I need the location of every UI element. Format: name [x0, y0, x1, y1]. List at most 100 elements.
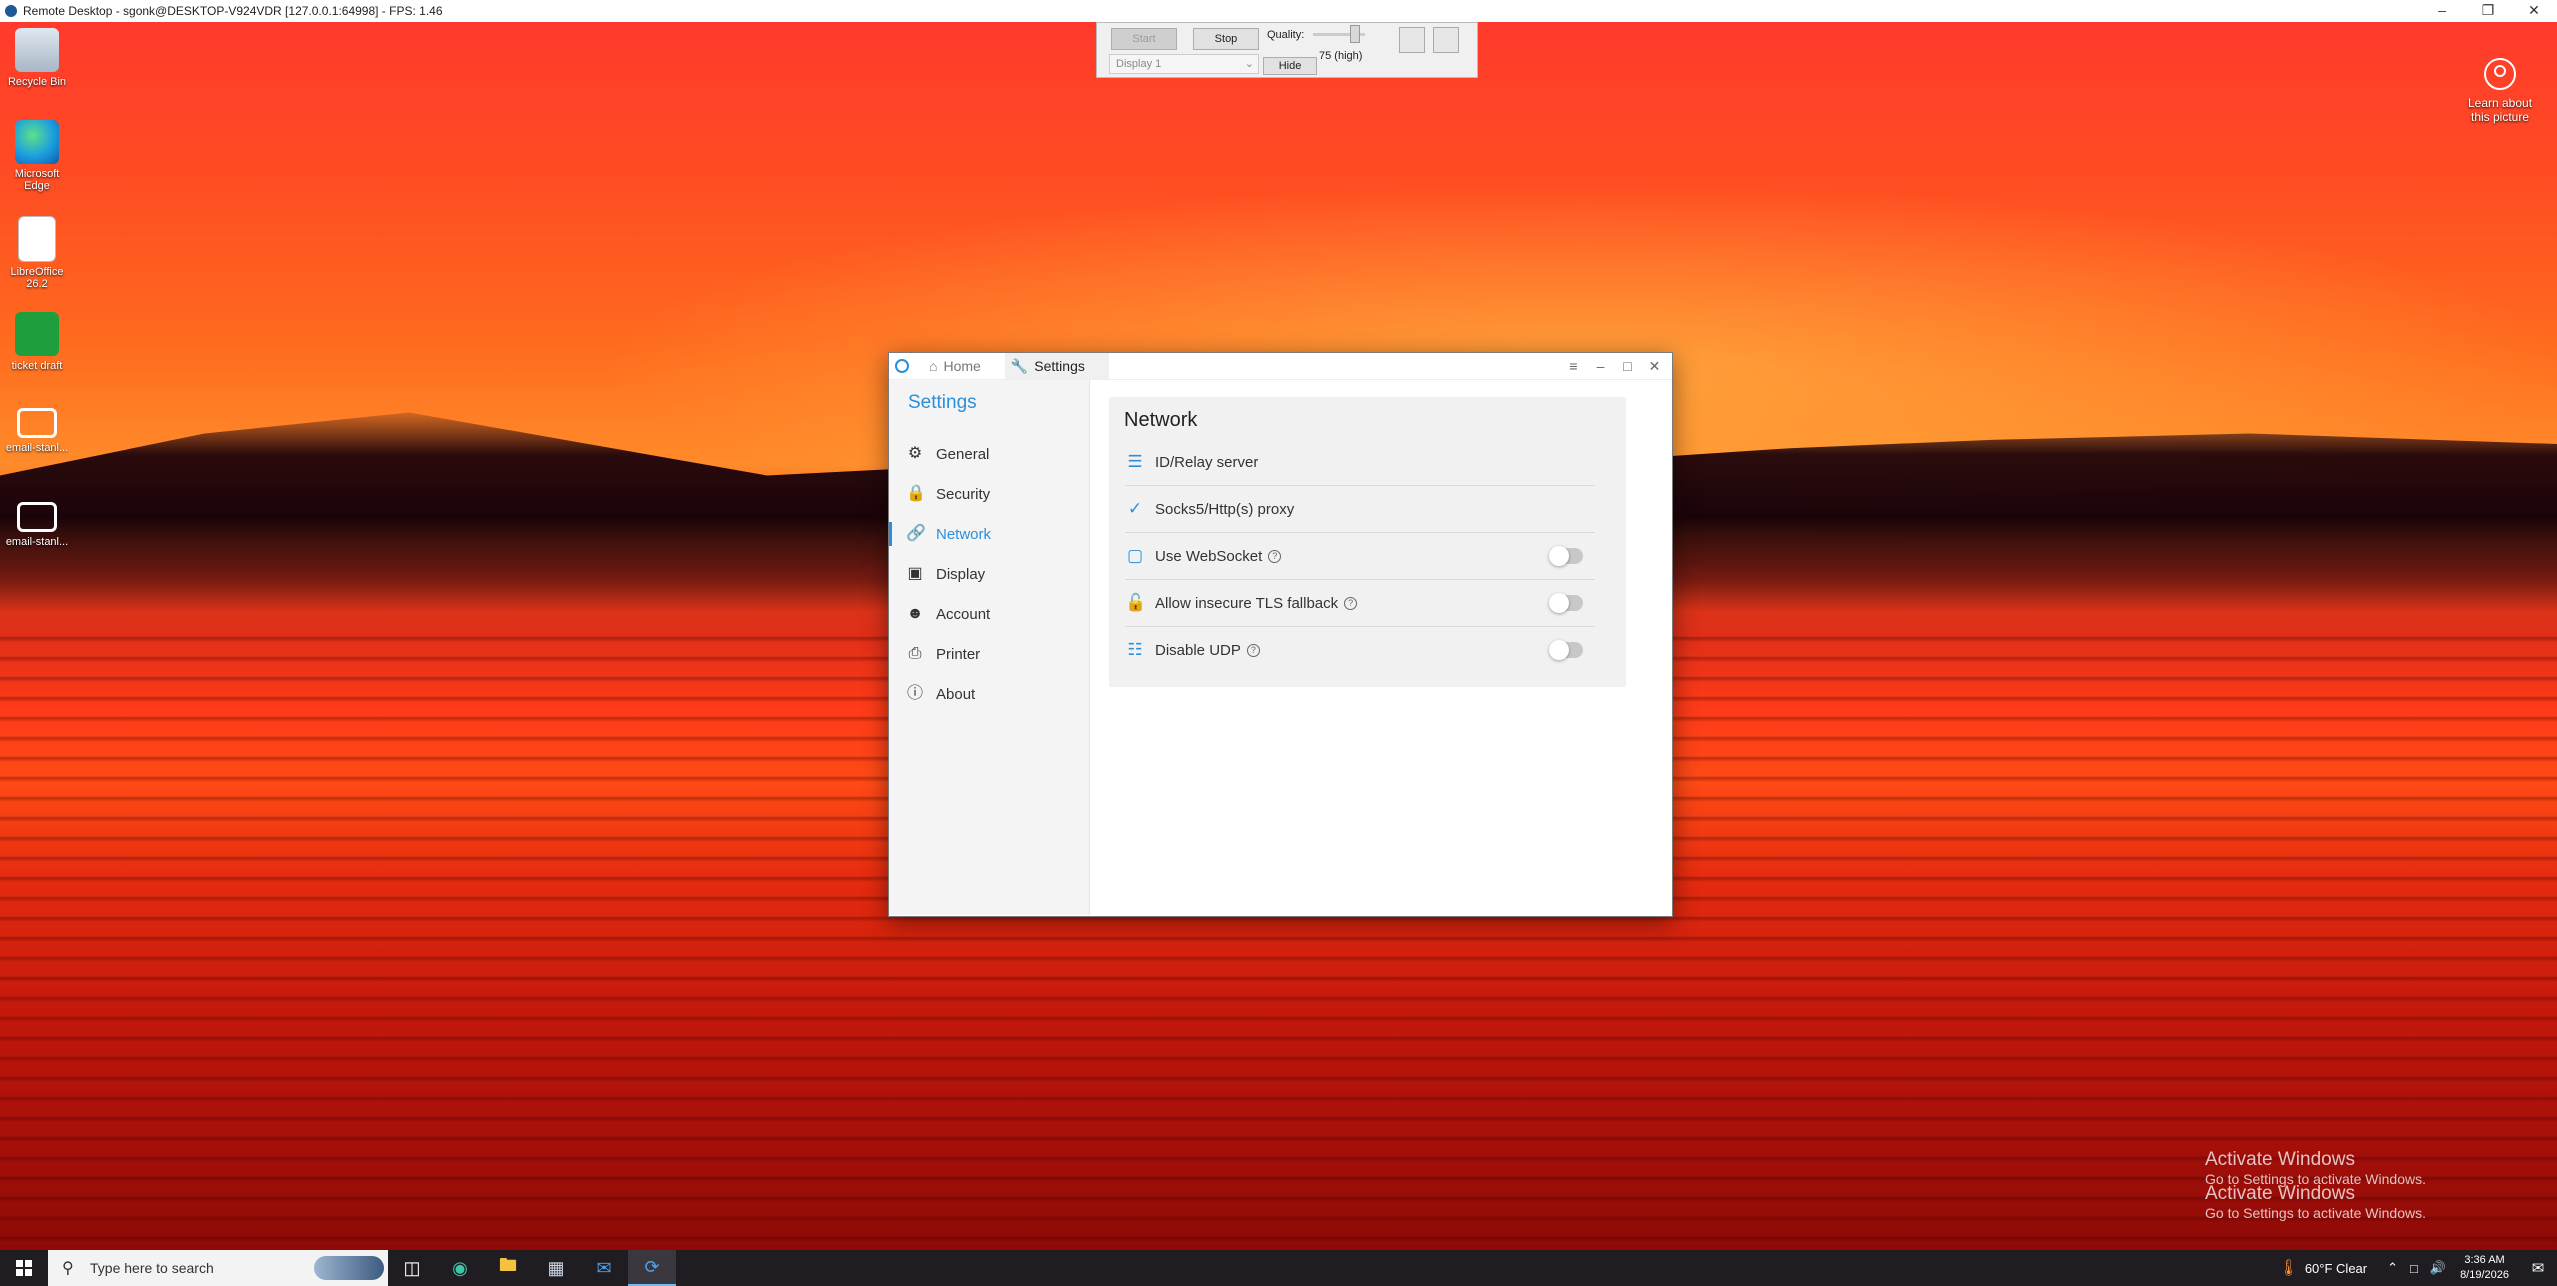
activate-title: Activate Windows: [2205, 1183, 2355, 1204]
store-icon[interactable]: ▦: [532, 1250, 580, 1286]
desktop-icon-libreoffice[interactable]: LibreOffice 26.2: [4, 216, 70, 290]
wrench-icon: 🔧: [1010, 357, 1029, 374]
disable-udp-row: ☷ Disable UDP ?: [1125, 627, 1595, 673]
help-icon[interactable]: ?: [1268, 549, 1282, 563]
desktop-icon-email-2[interactable]: email-stanl...: [4, 492, 70, 548]
chevron-down-icon: ⌄: [1244, 58, 1254, 70]
mail-icon: [17, 502, 57, 532]
server-icon: ☰: [1127, 452, 1143, 471]
settings-sidebar: Settings ⚙ General 🔒 Security 🔗 Network …: [889, 380, 1090, 915]
desktop-icon-label: email-stanl...: [5, 536, 69, 548]
section-title: Network: [1124, 409, 1198, 431]
maximize-icon[interactable]: □: [1614, 358, 1641, 374]
learn-about-picture[interactable]: Learn about this picture: [2457, 58, 2543, 124]
file-explorer-icon[interactable]: 🖿: [484, 1250, 532, 1286]
desktop-icon-label: ticket draft: [11, 360, 63, 372]
spreadsheet-icon: [15, 312, 59, 356]
quality-slider-thumb[interactable]: [1350, 25, 1360, 43]
desktop-icon-edge[interactable]: Microsoft Edge: [4, 120, 70, 192]
app-logo-icon: [895, 359, 909, 373]
help-icon[interactable]: ?: [1246, 643, 1260, 657]
hide-button[interactable]: Hide: [1263, 57, 1317, 75]
search-highlight-image: [314, 1256, 384, 1280]
start-button[interactable]: [0, 1250, 48, 1286]
volume-icon[interactable]: 🔊: [2430, 1260, 2446, 1276]
stop-button[interactable]: Stop: [1193, 28, 1259, 50]
clock-date: 8/19/2026: [2460, 1269, 2509, 1281]
help-icon[interactable]: ?: [1344, 596, 1358, 610]
sidebar-item-printer[interactable]: ⎙ Printer: [889, 634, 1089, 674]
row-label: Allow insecure TLS fallback: [1155, 594, 1339, 612]
weather-widget[interactable]: 🌡 60°F Clear: [2279, 1258, 2368, 1278]
desktop-icon-email-1[interactable]: email-stanl...: [4, 398, 70, 454]
minimize-icon[interactable]: –: [2419, 0, 2465, 22]
quality-label: Quality:: [1267, 29, 1305, 41]
recycle-bin-icon: [15, 28, 59, 72]
search-placeholder: Type here to search: [90, 1260, 214, 1276]
quality-value: 75 (high): [1319, 50, 1363, 62]
allow-insecure-tls-row: 🔓 Allow insecure TLS fallback ?: [1125, 580, 1595, 627]
activate-windows-watermark-2: Activate Windows Go to Settings to activ…: [2205, 1183, 2426, 1221]
windows-logo-icon: [16, 1260, 32, 1276]
tls-icon: 🔓: [1125, 593, 1147, 612]
settings-window: ⌂ Home 🔧 Settings ≡ – □ ✕ Settings ⚙ Gen…: [888, 352, 1673, 917]
thermometer-icon: 🌡: [2278, 1260, 2299, 1277]
network-icon[interactable]: □: [2410, 1261, 2418, 1276]
camera-icon: [2484, 58, 2516, 90]
sidebar-item-about[interactable]: ⓘ About: [889, 674, 1089, 714]
close-icon[interactable]: ✕: [1641, 358, 1668, 375]
start-button[interactable]: Start: [1111, 28, 1177, 50]
desktop-icon-label: Recycle Bin: [7, 76, 67, 88]
minimize-icon[interactable]: –: [1587, 358, 1614, 374]
remote-desktop-taskbar-icon[interactable]: ⟳: [628, 1250, 676, 1286]
home-icon: ⌂: [929, 358, 938, 374]
printer-icon: ⎙: [908, 645, 922, 662]
sidebar-item-security[interactable]: 🔒 Security: [889, 474, 1089, 514]
allow-insecure-tls-toggle[interactable]: [1549, 593, 1583, 613]
id-relay-server-row[interactable]: ☰ ID/Relay server: [1125, 439, 1595, 486]
mail-icon[interactable]: ✉: [580, 1250, 628, 1286]
link-icon: 🔗: [906, 525, 926, 542]
display-select-value: Display 1: [1116, 58, 1162, 70]
clipboard-icon[interactable]: [1433, 27, 1459, 53]
settings-titlebar: ⌂ Home 🔧 Settings ≡ – □ ✕: [889, 353, 1672, 380]
disable-udp-toggle[interactable]: [1549, 640, 1583, 660]
row-label: Socks5/Http(s) proxy: [1155, 500, 1295, 518]
menu-icon[interactable]: ≡: [1560, 358, 1587, 374]
info-icon: ⓘ: [906, 685, 923, 702]
clock[interactable]: 3:36 AM 8/19/2026: [2460, 1253, 2509, 1283]
search-icon: ⚲: [62, 1260, 74, 1277]
edge-icon[interactable]: ◉: [436, 1250, 484, 1286]
close-icon[interactable]: ✕: [2511, 0, 2557, 22]
activate-title: Activate Windows: [2205, 1149, 2355, 1170]
screenshot-icon[interactable]: [1399, 27, 1425, 53]
desktop-icon-ticket-draft[interactable]: ticket draft: [4, 312, 70, 372]
use-websocket-row: ▢ Use WebSocket ?: [1125, 533, 1595, 580]
sidebar-item-general[interactable]: ⚙ General: [889, 434, 1089, 474]
row-label: Use WebSocket: [1155, 547, 1263, 565]
desktop-icon-label: LibreOffice 26.2: [10, 266, 64, 290]
outer-window-controls: – ❐ ✕: [2419, 0, 2557, 22]
desktop-icon-label: Microsoft Edge: [14, 168, 60, 192]
edge-icon: [15, 120, 59, 164]
sidebar-item-label: About: [936, 685, 976, 703]
task-view-icon[interactable]: ◫: [388, 1250, 436, 1286]
display-select[interactable]: Display 1 ⌄: [1109, 54, 1259, 74]
tab-home[interactable]: ⌂ Home: [923, 353, 1005, 379]
socks5-proxy-row[interactable]: ✓ Socks5/Http(s) proxy: [1125, 486, 1595, 533]
tab-home-label: Home: [943, 358, 981, 374]
taskbar-search[interactable]: ⚲ Type here to search: [48, 1250, 388, 1286]
sidebar-item-account[interactable]: ☻ Account: [889, 594, 1089, 634]
gear-icon: ⚙: [907, 445, 923, 462]
sidebar-item-label: Display: [936, 565, 986, 583]
desktop-icon-recycle-bin[interactable]: Recycle Bin: [4, 28, 70, 88]
sidebar-item-network[interactable]: 🔗 Network: [889, 514, 1089, 554]
system-tray: 🌡 60°F Clear ⌃ □ 🔊 3:36 AM 8/19/2026 ✉: [2279, 1250, 2557, 1286]
sidebar-item-label: General: [936, 445, 990, 463]
use-websocket-toggle[interactable]: [1549, 546, 1583, 566]
chevron-up-icon[interactable]: ⌃: [2387, 1260, 2398, 1276]
tab-settings[interactable]: 🔧 Settings: [1004, 353, 1109, 379]
sidebar-item-display[interactable]: ▣ Display: [889, 554, 1089, 594]
notification-icon[interactable]: ✉: [2519, 1259, 2557, 1277]
restore-icon[interactable]: ❐: [2465, 0, 2511, 22]
